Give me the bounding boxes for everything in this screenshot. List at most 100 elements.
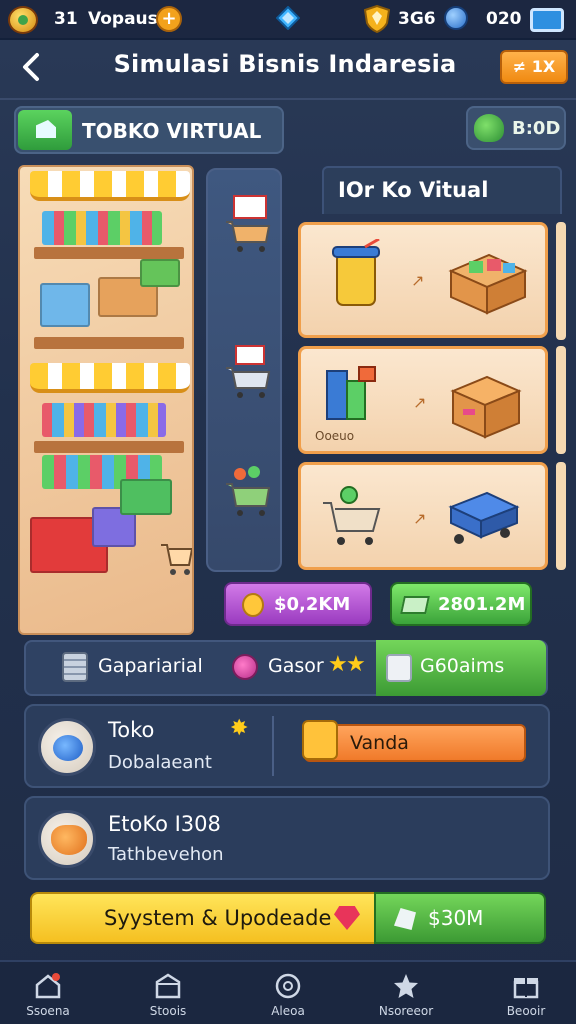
gem-icon: [334, 906, 360, 930]
delivery-cart-icon: [448, 491, 520, 544]
player-name: Vopaus: [88, 9, 158, 29]
row-divider: [272, 716, 274, 776]
shop-name-bar[interactable]: TOBKO VIRTUAL: [14, 106, 284, 154]
earnings-label: $0,2KM: [274, 594, 351, 615]
product-card-drink[interactable]: ↗: [298, 222, 548, 338]
cash-value: B:0D: [512, 118, 561, 139]
nav-label: Beooir: [506, 1004, 546, 1018]
nav-gift[interactable]: Beooir: [478, 968, 574, 1024]
star-icon: ★: [328, 652, 348, 677]
diamond-icon[interactable]: [276, 6, 300, 30]
awning: [30, 363, 190, 393]
shield-value: 3G6: [398, 9, 436, 29]
globe-icon: [444, 6, 468, 30]
star-icon: ★: [346, 652, 366, 677]
bottle-icon: [53, 735, 83, 761]
speed-button[interactable]: ≠ 1X: [500, 50, 568, 84]
revenue-button[interactable]: 2801.2M: [390, 582, 532, 626]
star-icon: ✸: [230, 716, 249, 741]
nav-home[interactable]: Ssoena: [0, 968, 96, 1024]
store-icon: [155, 973, 181, 999]
nav-label: Nsoreeor: [378, 1004, 434, 1018]
level-badge-icon: [8, 6, 38, 34]
nav-label: Ssoena: [26, 1004, 70, 1018]
star-icon: [394, 974, 418, 998]
stat-left: Gapariarial: [98, 655, 203, 677]
product-card-cart[interactable]: ↗: [298, 462, 548, 570]
crate: [120, 479, 172, 515]
gift-icon: [513, 978, 539, 999]
sell-label: Vanda: [350, 732, 409, 754]
avatar: [38, 718, 96, 776]
shelf: [34, 441, 184, 453]
ledger-icon: [302, 720, 338, 760]
shopping-cart-icon: [226, 195, 271, 252]
header-divider: [0, 98, 576, 100]
sell-button[interactable]: Vanda: [302, 720, 526, 762]
cart-icon: [323, 486, 381, 545]
page-title: Simulasi Bisnis Indaresia: [113, 50, 457, 78]
row2-subtitle: Tathbevehon: [108, 844, 224, 865]
cardboard-box-icon: [450, 375, 522, 439]
nav-star[interactable]: Nsoreeor: [358, 968, 454, 1024]
nav-store[interactable]: Stoois: [120, 968, 216, 1024]
globe-value: 020: [486, 9, 522, 29]
update-cost-label: $30M: [428, 906, 484, 930]
update-cost-button[interactable]: $30M: [374, 892, 546, 944]
ribbon-icon: [242, 593, 264, 617]
avatar: [38, 810, 96, 868]
card-edge: [556, 222, 566, 340]
home-icon: [35, 973, 61, 999]
stat-middle: Gasor: [268, 655, 324, 677]
add-coins-button[interactable]: +: [156, 6, 182, 32]
produce-crate: [140, 259, 180, 287]
pet-row[interactable]: EtoKo I308 Tathbevehon: [24, 796, 550, 880]
card-caption: Ooeuo: [315, 429, 355, 443]
revenue-label: 2801.2M: [438, 594, 526, 615]
system-update-button[interactable]: Syystem & Upodeade: [30, 892, 376, 944]
nav-clock[interactable]: Aleoa: [240, 968, 336, 1024]
card-edge: [556, 462, 566, 570]
fox-icon: [51, 825, 87, 855]
row1-subtitle: Dobalaeant: [108, 752, 212, 773]
earnings-button[interactable]: $0,2KM: [224, 582, 372, 626]
jar-icon: [386, 654, 412, 682]
coins-stack-icon: [62, 652, 88, 682]
row2-title: EtoKo I308: [108, 812, 221, 836]
cart-column: [206, 168, 282, 572]
shelf: [34, 337, 184, 349]
bottom-nav: Ssoena Stoois Aleoa Nsoreeor Beooir: [0, 960, 576, 1024]
stat-right: G60aims: [420, 655, 505, 677]
shelf-goods: [42, 403, 166, 437]
cart-icon: [161, 544, 192, 575]
staff-row[interactable]: Toko Dobalaeant ✸ Vanda: [24, 704, 550, 788]
clock-icon: [275, 973, 301, 999]
card-edge: [556, 346, 566, 454]
cash-pill: B:0D: [466, 106, 566, 150]
cash-icon: [394, 908, 416, 930]
back-chevron-icon[interactable]: [18, 52, 44, 82]
product-card-box[interactable]: Ooeuo ↗: [298, 346, 548, 454]
rating-icon: [232, 654, 258, 680]
panel-title-tab: IOr Ko Vitual: [322, 166, 562, 214]
shop-name: TOBKO VIRTUAL: [82, 119, 262, 143]
shopping-cart-icon: [226, 466, 271, 516]
nav-label: Aleoa: [271, 1004, 305, 1018]
store-illustration: [18, 165, 194, 635]
shelf: [34, 247, 184, 259]
drink-cup-icon: [332, 239, 380, 306]
window-icon[interactable]: [530, 8, 564, 32]
crate: [40, 283, 90, 327]
goods-crate-icon: [448, 253, 528, 315]
arrow-icon: ↗: [413, 509, 427, 528]
money-bag-icon: [474, 114, 504, 142]
shield-icon: [364, 5, 390, 33]
cash-icon: [400, 596, 430, 614]
nav-label: Stoois: [149, 1004, 187, 1018]
shelf-goods: [42, 211, 162, 245]
level-number: 31: [54, 9, 78, 29]
shopping-cart-icon: [226, 345, 271, 398]
arrow-icon: ↗: [411, 271, 425, 290]
arrow-icon: ↗: [413, 393, 427, 412]
awning: [30, 171, 190, 201]
